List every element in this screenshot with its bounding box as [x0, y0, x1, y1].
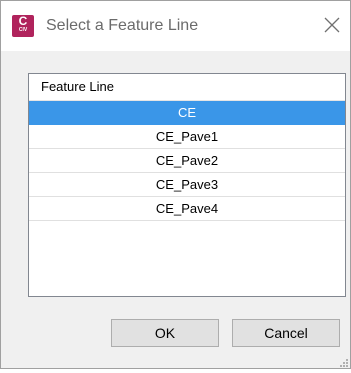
close-icon[interactable]	[320, 13, 344, 37]
list-item-ce-pave3[interactable]: CE_Pave3	[29, 173, 345, 197]
list-item-ce-pave4[interactable]: CE_Pave4	[29, 197, 345, 221]
cancel-button[interactable]: Cancel	[232, 319, 340, 347]
resize-grip-icon[interactable]	[337, 355, 349, 367]
list-item-ce-pave2[interactable]: CE_Pave2	[29, 149, 345, 173]
app-icon-sub: CIV	[18, 27, 28, 33]
list-item-ce[interactable]: CE	[29, 101, 345, 125]
dialog-body: Feature Line CE CE_Pave1 CE_Pave2 CE_Pav…	[1, 51, 350, 368]
list-item-ce-pave1[interactable]: CE_Pave1	[29, 125, 345, 149]
dialog-title: Select a Feature Line	[46, 17, 199, 34]
feature-line-list[interactable]: Feature Line CE CE_Pave1 CE_Pave2 CE_Pav…	[28, 73, 346, 297]
title-bar[interactable]: C CIV Select a Feature Line	[1, 1, 350, 51]
column-header-feature-line[interactable]: Feature Line	[29, 74, 345, 101]
app-icon: C CIV	[12, 15, 34, 37]
ok-button[interactable]: OK	[111, 319, 219, 347]
select-feature-line-dialog: C CIV Select a Feature Line Feature Line…	[0, 0, 351, 369]
